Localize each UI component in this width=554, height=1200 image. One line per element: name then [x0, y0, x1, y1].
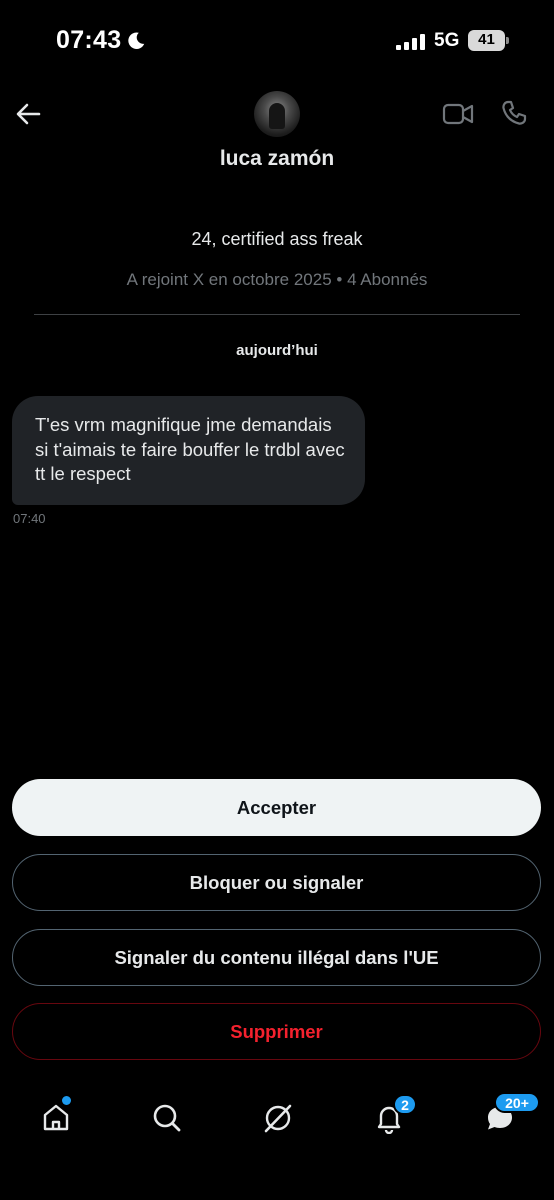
battery-level: 41 [478, 31, 495, 48]
grok-icon [264, 1104, 292, 1133]
notifications-badge: 2 [393, 1094, 417, 1115]
phone-call-icon[interactable] [500, 99, 528, 127]
message-bubble[interactable]: T'es vrm magnifique jme demandais si t'a… [12, 396, 365, 505]
accept-button[interactable]: Accepter [12, 779, 541, 836]
profile-bio: 24, certified ass freak [191, 229, 363, 249]
notification-dot [62, 1096, 71, 1105]
report-illegal-content-button[interactable]: Signaler du contenu illégal dans l'UE [12, 929, 541, 986]
nav-notifications[interactable]: 2 [365, 1094, 417, 1142]
divider [34, 314, 520, 315]
nav-grok[interactable] [254, 1094, 302, 1142]
messages-badge: 20+ [494, 1092, 540, 1113]
nav-search[interactable] [143, 1094, 191, 1142]
profile-meta: A rejoint X en octobre 2025 • 4 Abonnés [126, 270, 428, 289]
delete-button[interactable]: Supprimer [12, 1003, 541, 1060]
nav-home[interactable] [32, 1094, 80, 1142]
search-icon [153, 1104, 181, 1132]
back-arrow-icon[interactable] [14, 100, 42, 128]
nav-messages[interactable]: 20+ [476, 1092, 540, 1142]
block-or-report-button[interactable]: Bloquer ou signaler [12, 854, 541, 911]
status-bar: 07:43 5G 41 [0, 0, 554, 80]
home-icon [43, 1104, 69, 1131]
avatar[interactable] [254, 91, 300, 137]
message-timestamp: 07:40 [13, 511, 46, 526]
moon-icon [128, 32, 145, 49]
video-call-icon[interactable] [442, 100, 474, 128]
signal-icon [396, 34, 425, 50]
battery-icon: 41 [468, 30, 510, 52]
conversation-title: luca zamón [219, 147, 335, 170]
status-time: 07:43 [56, 26, 122, 54]
date-separator: aujourd’hui [236, 342, 318, 359]
network-type: 5G [434, 30, 460, 51]
